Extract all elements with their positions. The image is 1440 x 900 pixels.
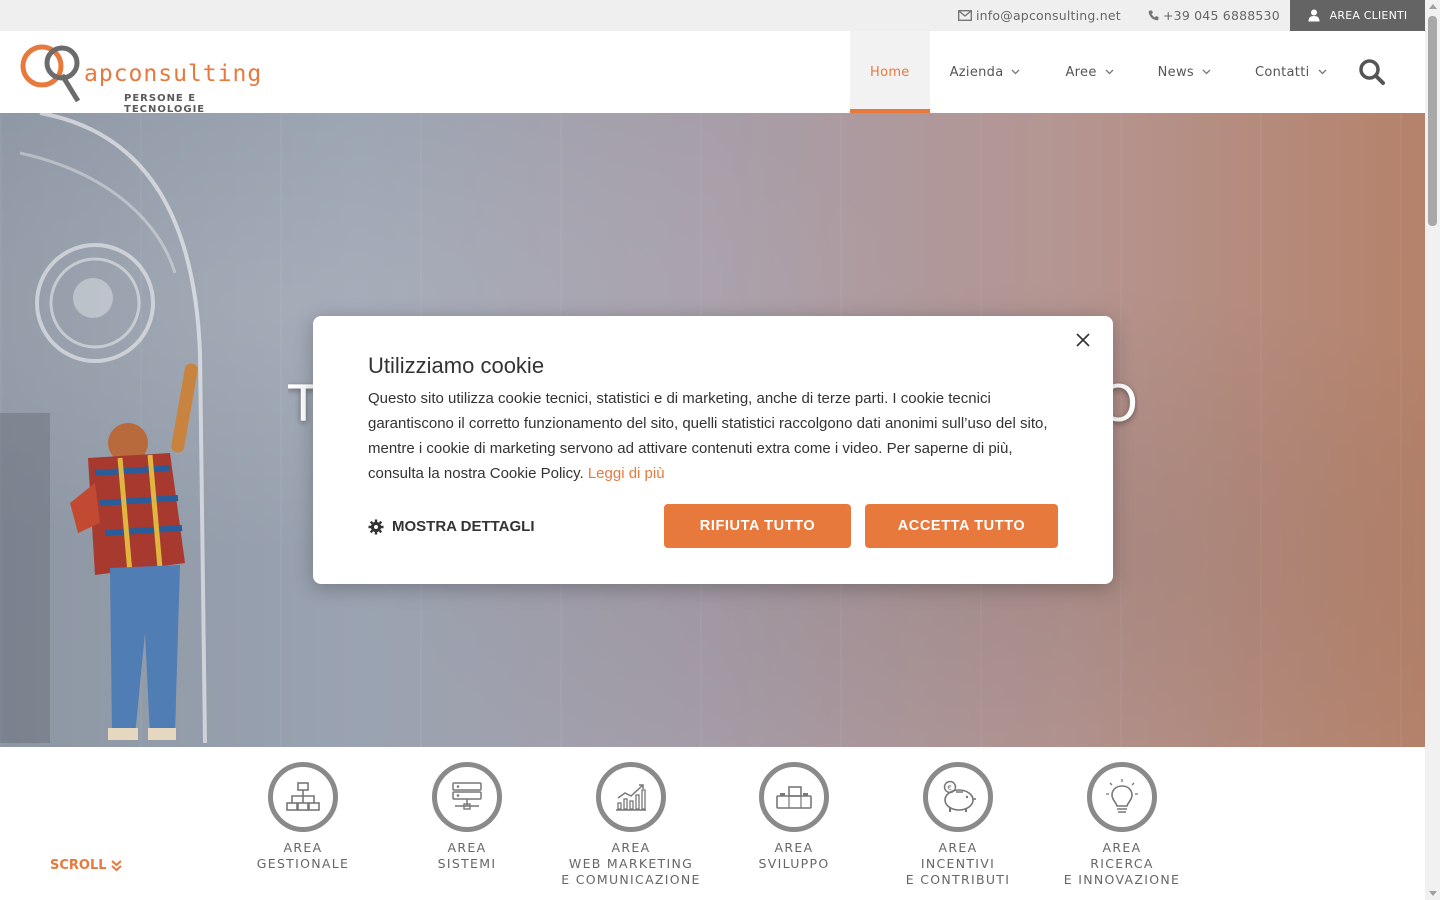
org-chart-icon <box>286 782 320 811</box>
growth-chart-icon <box>616 784 646 811</box>
scrollbar-thumb[interactable] <box>1428 16 1437 226</box>
chalk-rocket-illustration <box>0 113 207 744</box>
server-icon <box>452 782 482 810</box>
area-clienti-label: AREA CLIENTI <box>1329 9 1408 22</box>
cookie-body: Questo sito utilizza cookie tecnici, sta… <box>368 386 1068 486</box>
phone-icon <box>1148 10 1159 21</box>
top-bar: info@apconsulting.net +39 045 6888530 AR… <box>0 0 1425 31</box>
read-more-link[interactable]: Leggi di più <box>588 465 665 482</box>
accept-all-button[interactable]: ACCETTA TUTTO <box>865 504 1058 548</box>
gear-icon <box>368 519 384 534</box>
reject-all-button[interactable]: RIFIUTA TUTTO <box>664 504 851 548</box>
chevron-down-icon <box>1012 69 1020 75</box>
nav-item-label: Home <box>870 64 910 80</box>
logo[interactable]: apconsulting PERSONE E TECNOLOGIE <box>20 41 270 115</box>
accept-all-label: ACCETTA TUTTO <box>897 518 1026 534</box>
scroll-down-arrow-icon[interactable] <box>1429 891 1437 896</box>
nav-item-label: News <box>1157 64 1194 80</box>
area-label: AREA WEB MARKETING E COMUNICAZIONE <box>561 840 701 887</box>
chevron-down-icon <box>1105 69 1114 75</box>
area-icon-circle: € <box>923 762 993 832</box>
cookie-body-text: Questo sito utilizza cookie tecnici, sta… <box>368 390 1048 482</box>
cookie-consent-dialog: Utilizziamo cookie Questo sito utilizza … <box>313 316 1113 584</box>
show-details-label: MOSTRA DETTAGLI <box>392 518 535 535</box>
area-web-marketing[interactable]: AREA WEB MARKETING E COMUNICAZIONE <box>549 762 713 888</box>
logo-name: apconsulting <box>84 61 263 87</box>
area-label: AREA SISTEMI <box>437 840 497 871</box>
logo-tagline: PERSONE E TECNOLOGIE <box>124 93 206 115</box>
area-incentivi[interactable]: € AREA INCENTIVI E CONTRIBUTI <box>876 762 1040 888</box>
chevron-down-icon <box>1202 69 1211 75</box>
email-link[interactable]: info@apconsulting.net <box>958 8 1121 23</box>
logo-mark-icon <box>20 44 81 103</box>
area-sviluppo[interactable]: AREA SVILUPPO <box>712 762 876 872</box>
area-sistemi[interactable]: AREA SISTEMI <box>385 762 549 872</box>
area-label: AREA SVILUPPO <box>758 840 830 871</box>
scroll-up-arrow-icon[interactable] <box>1429 4 1437 9</box>
nav-item-contatti[interactable]: Contatti <box>1231 31 1347 113</box>
area-label: AREA RICERCA E INNOVAZIONE <box>1063 840 1181 887</box>
site-header: apconsulting PERSONE E TECNOLOGIE Home A… <box>0 31 1425 115</box>
show-details-button[interactable]: MOSTRA DETTAGLI <box>368 518 535 535</box>
chevron-down-icon <box>1318 69 1326 75</box>
cookie-title: Utilizziamo cookie <box>368 353 545 378</box>
search-icon <box>1359 59 1385 85</box>
lightbulb-icon <box>1106 779 1138 813</box>
area-gestionale[interactable]: AREA GESTIONALE <box>221 762 385 872</box>
area-icon-circle <box>268 762 338 832</box>
area-icon-circle <box>432 762 502 832</box>
search-button[interactable] <box>1358 58 1388 88</box>
nav-item-home[interactable]: Home <box>850 31 930 113</box>
reject-all-label: RIFIUTA TUTTO <box>699 518 816 534</box>
close-icon <box>1076 333 1090 347</box>
nav-item-label: Azienda <box>949 64 1004 80</box>
page-scrollbar[interactable] <box>1425 0 1440 900</box>
area-label: AREA GESTIONALE <box>256 840 350 871</box>
nav-item-label: Aree <box>1065 64 1097 80</box>
area-clienti-button[interactable]: AREA CLIENTI <box>1290 0 1425 31</box>
phone-text: +39 045 6888530 <box>1163 8 1280 23</box>
area-icon-circle <box>759 762 829 832</box>
user-icon <box>1308 9 1320 22</box>
close-button[interactable] <box>1073 330 1093 350</box>
area-icon-circle <box>1087 762 1157 832</box>
phone-link[interactable]: +39 045 6888530 <box>1148 8 1280 23</box>
envelope-icon <box>958 10 972 21</box>
nav-item-label: Contatti <box>1254 64 1310 80</box>
area-ricerca[interactable]: AREA RICERCA E INNOVAZIONE <box>1040 762 1204 888</box>
scroll-link[interactable]: SCROLL <box>50 858 122 873</box>
nav-item-aree[interactable]: Aree <box>1040 31 1133 113</box>
nav-item-azienda[interactable]: Azienda <box>930 31 1041 113</box>
area-icon-circle <box>596 762 666 832</box>
piggy-bank-icon: € <box>943 780 976 812</box>
areas-strip: AREA GESTIONALE AREA SISTEMI AREA WEB MA… <box>0 747 1425 900</box>
double-chevron-down-icon <box>110 859 122 871</box>
blocks-icon <box>776 786 812 809</box>
area-label: AREA INCENTIVI E CONTRIBUTI <box>905 840 1011 887</box>
nav-item-news[interactable]: News <box>1134 31 1231 113</box>
email-text: info@apconsulting.net <box>976 8 1121 23</box>
main-nav: Home Azienda Aree News Contatti <box>850 31 1347 113</box>
scroll-label: SCROLL <box>50 858 107 873</box>
